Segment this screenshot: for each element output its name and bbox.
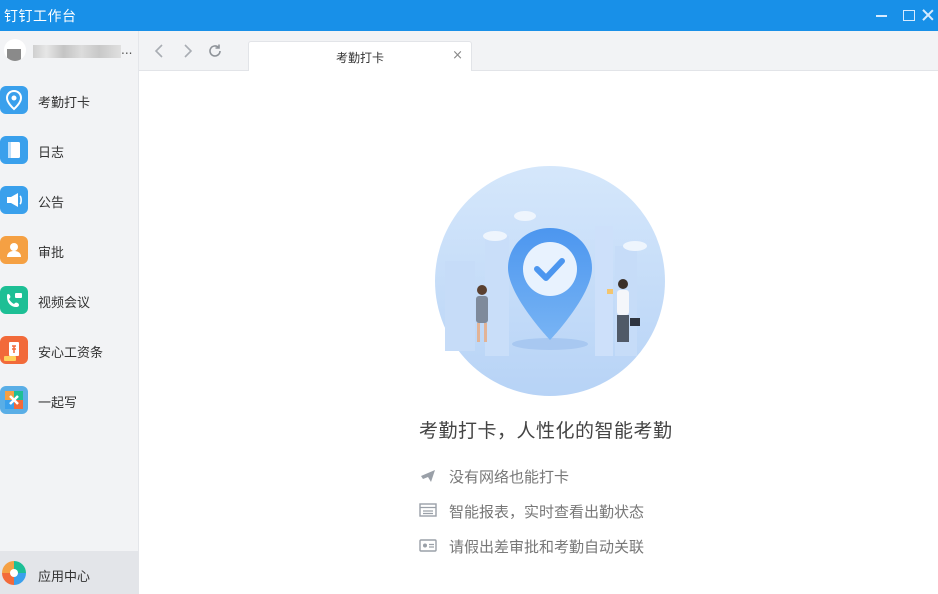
sidebar-item-label: 审批 <box>38 246 65 261</box>
sidebar-item-attendance[interactable]: 考勤打卡 <box>0 76 139 126</box>
reload-icon[interactable] <box>207 43 223 59</box>
sidebar: ... 考勤打卡 日志 公告 审批 视频会议 安心工资条 一起写 应用中心 <box>0 31 139 594</box>
tab-label: 考勤打卡 <box>335 51 384 65</box>
sidebar-item-payslip[interactable]: 安心工资条 <box>0 326 139 376</box>
sidebar-item-cowrite[interactable]: 一起写 <box>0 376 139 426</box>
minimize-icon[interactable] <box>872 5 892 25</box>
headline: 考勤打卡，人性化的智能考勤 <box>419 420 673 442</box>
id-card-icon <box>419 537 437 553</box>
report-icon <box>419 502 437 518</box>
user-profile[interactable]: ... <box>0 31 139 75</box>
sidebar-item-label: 公告 <box>38 196 65 211</box>
sidebar-item-label: 安心工资条 <box>38 346 104 361</box>
sidebar-item-label: 一起写 <box>38 396 78 411</box>
payslip-icon <box>0 336 28 364</box>
app-center-label: 应用中心 <box>38 570 91 585</box>
notebook-icon <box>0 136 28 164</box>
back-arrow-icon[interactable] <box>152 43 168 59</box>
sidebar-item-approval[interactable]: 审批 <box>0 226 139 276</box>
feature-text: 请假出差审批和考勤自动关联 <box>449 538 645 556</box>
sidebar-item-label: 日志 <box>38 146 65 161</box>
sidebar-item-announcement[interactable]: 公告 <box>0 176 139 226</box>
sidebar-item-video-meeting[interactable]: 视频会议 <box>0 276 139 326</box>
app-center-button[interactable]: 应用中心 <box>0 551 139 594</box>
main-content: 考勤打卡，人性化的智能考勤 没有网络也能打卡 智能报表，实时查看出勤状态 请假出… <box>139 71 938 594</box>
tab-attendance[interactable]: 考勤打卡 × <box>248 41 472 72</box>
approval-person-icon <box>0 236 28 264</box>
title-bar[interactable]: 钉钉工作台 <box>0 0 938 31</box>
megaphone-icon <box>0 186 28 214</box>
maximize-icon[interactable] <box>898 5 918 25</box>
user-more-button[interactable]: ... <box>121 43 132 57</box>
video-phone-icon <box>0 286 28 314</box>
airplane-icon <box>419 467 437 483</box>
location-check-icon <box>0 86 28 114</box>
sidebar-item-label: 视频会议 <box>38 296 91 311</box>
window-title: 钉钉工作台 <box>4 9 77 25</box>
attendance-illustration <box>435 166 665 396</box>
app-center-icon <box>0 559 28 587</box>
sidebar-item-log[interactable]: 日志 <box>0 126 139 176</box>
forward-arrow-icon[interactable] <box>179 43 195 59</box>
co-write-icon <box>0 386 28 414</box>
sidebar-item-label: 考勤打卡 <box>38 96 91 111</box>
tab-close-icon[interactable]: × <box>452 48 463 63</box>
app-window: 钉钉工作台 ... 考勤打卡 日志 公告 审批 视频会议 安心工资条 一起写 应… <box>0 0 938 594</box>
tab-bar: 考勤打卡 × <box>139 31 938 72</box>
close-window-icon[interactable] <box>918 5 938 25</box>
feature-text: 智能报表，实时查看出勤状态 <box>449 503 645 521</box>
user-name-redacted <box>33 45 121 58</box>
avatar[interactable] <box>4 39 26 61</box>
feature-text: 没有网络也能打卡 <box>449 468 570 486</box>
